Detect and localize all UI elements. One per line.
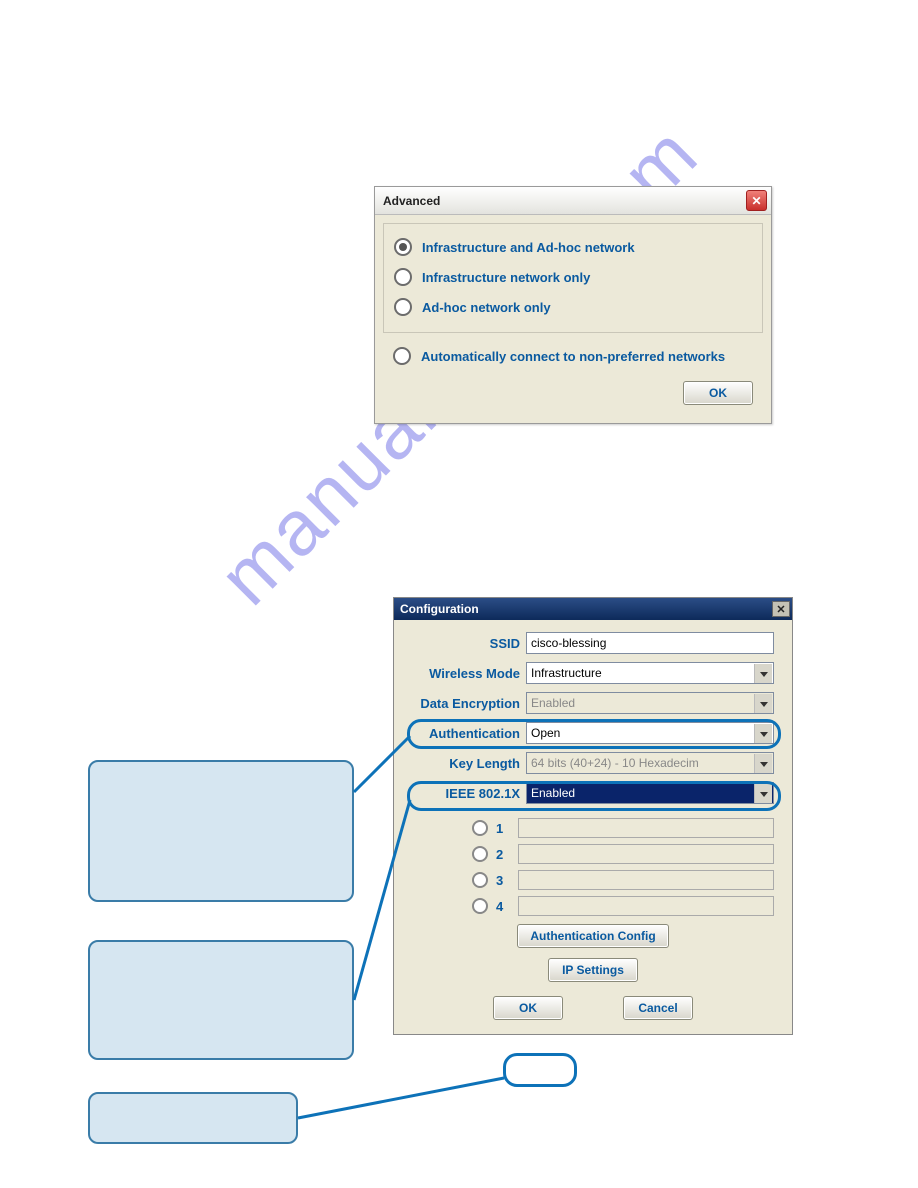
radio-icon bbox=[472, 872, 488, 888]
key-row-2[interactable]: 2 bbox=[412, 844, 774, 864]
key-index: 2 bbox=[496, 847, 512, 862]
callout-box-3 bbox=[88, 1092, 298, 1144]
chevron-down-icon bbox=[754, 784, 772, 804]
callout-box-2 bbox=[88, 940, 354, 1060]
key-field bbox=[518, 896, 774, 916]
key-row-1[interactable]: 1 bbox=[412, 818, 774, 838]
ip-settings-button[interactable]: IP Settings bbox=[548, 958, 638, 982]
row-wireless-mode: Wireless Mode Infrastructure bbox=[412, 662, 774, 684]
authentication-config-button[interactable]: Authentication Config bbox=[517, 924, 668, 948]
advanced-dialog: Advanced ✕ Infrastructure and Ad-hoc net… bbox=[374, 186, 772, 424]
select-value: Enabled bbox=[531, 696, 575, 710]
radio-infra-only[interactable]: Infrastructure network only bbox=[394, 262, 752, 292]
close-icon[interactable]: ✕ bbox=[772, 601, 790, 617]
radio-adhoc-only[interactable]: Ad-hoc network only bbox=[394, 292, 752, 322]
cancel-button[interactable]: Cancel bbox=[623, 996, 693, 1020]
key-row-4[interactable]: 4 bbox=[412, 896, 774, 916]
key-index: 1 bbox=[496, 821, 512, 836]
ok-button[interactable]: OK bbox=[493, 996, 563, 1020]
radio-icon bbox=[394, 268, 412, 286]
chevron-down-icon bbox=[754, 724, 772, 744]
radio-icon bbox=[472, 846, 488, 862]
chevron-down-icon bbox=[754, 754, 772, 774]
key-field bbox=[518, 818, 774, 838]
radio-auto-connect[interactable]: Automatically connect to non-preferred n… bbox=[393, 341, 753, 371]
radio-icon bbox=[394, 238, 412, 256]
radio-label: Infrastructure and Ad-hoc network bbox=[422, 240, 635, 255]
radio-label: Automatically connect to non-preferred n… bbox=[421, 349, 725, 364]
close-icon[interactable]: ✕ bbox=[746, 190, 767, 211]
wireless-mode-select[interactable]: Infrastructure bbox=[526, 662, 774, 684]
radio-icon bbox=[393, 347, 411, 365]
ok-button[interactable]: OK bbox=[683, 381, 753, 405]
configuration-title: Configuration bbox=[400, 602, 772, 616]
select-value: Enabled bbox=[531, 786, 575, 800]
row-data-encryption: Data Encryption Enabled bbox=[412, 692, 774, 714]
chevron-down-icon bbox=[754, 664, 772, 684]
label-key-length: Key Length bbox=[412, 756, 520, 771]
label-ieee8021x: IEEE 802.1X bbox=[412, 786, 520, 801]
data-encryption-select: Enabled bbox=[526, 692, 774, 714]
ieee8021x-select[interactable]: Enabled bbox=[526, 782, 774, 804]
label-authentication: Authentication bbox=[412, 726, 520, 741]
key-field bbox=[518, 870, 774, 890]
radio-icon bbox=[394, 298, 412, 316]
radio-label: Ad-hoc network only bbox=[422, 300, 551, 315]
ssid-input[interactable]: cisco-blessing bbox=[526, 632, 774, 654]
radio-label: Infrastructure network only bbox=[422, 270, 590, 285]
authentication-select[interactable]: Open bbox=[526, 722, 774, 744]
key-field bbox=[518, 844, 774, 864]
radio-infra-adhoc[interactable]: Infrastructure and Ad-hoc network bbox=[394, 232, 752, 262]
label-wireless-mode: Wireless Mode bbox=[412, 666, 520, 681]
configuration-dialog: Configuration ✕ SSID cisco-blessing Wire… bbox=[393, 597, 793, 1035]
select-value: 64 bits (40+24) - 10 Hexadecim bbox=[531, 756, 699, 770]
highlight-ok bbox=[503, 1053, 577, 1087]
row-authentication: Authentication Open bbox=[412, 722, 774, 744]
select-value: Infrastructure bbox=[531, 666, 602, 680]
row-key-length: Key Length 64 bits (40+24) - 10 Hexadeci… bbox=[412, 752, 774, 774]
label-data-encryption: Data Encryption bbox=[412, 696, 520, 711]
callout-box-1 bbox=[88, 760, 354, 902]
key-row-3[interactable]: 3 bbox=[412, 870, 774, 890]
row-ssid: SSID cisco-blessing bbox=[412, 632, 774, 654]
row-ieee8021x: IEEE 802.1X Enabled bbox=[412, 782, 774, 804]
configuration-titlebar[interactable]: Configuration ✕ bbox=[394, 598, 792, 620]
key-index: 4 bbox=[496, 899, 512, 914]
radio-icon bbox=[472, 898, 488, 914]
advanced-titlebar[interactable]: Advanced ✕ bbox=[375, 187, 771, 215]
radio-icon bbox=[472, 820, 488, 836]
key-index: 3 bbox=[496, 873, 512, 888]
advanced-title: Advanced bbox=[383, 194, 746, 208]
select-value: Open bbox=[531, 726, 560, 740]
chevron-down-icon bbox=[754, 694, 772, 714]
label-ssid: SSID bbox=[412, 636, 520, 651]
key-length-select: 64 bits (40+24) - 10 Hexadecim bbox=[526, 752, 774, 774]
